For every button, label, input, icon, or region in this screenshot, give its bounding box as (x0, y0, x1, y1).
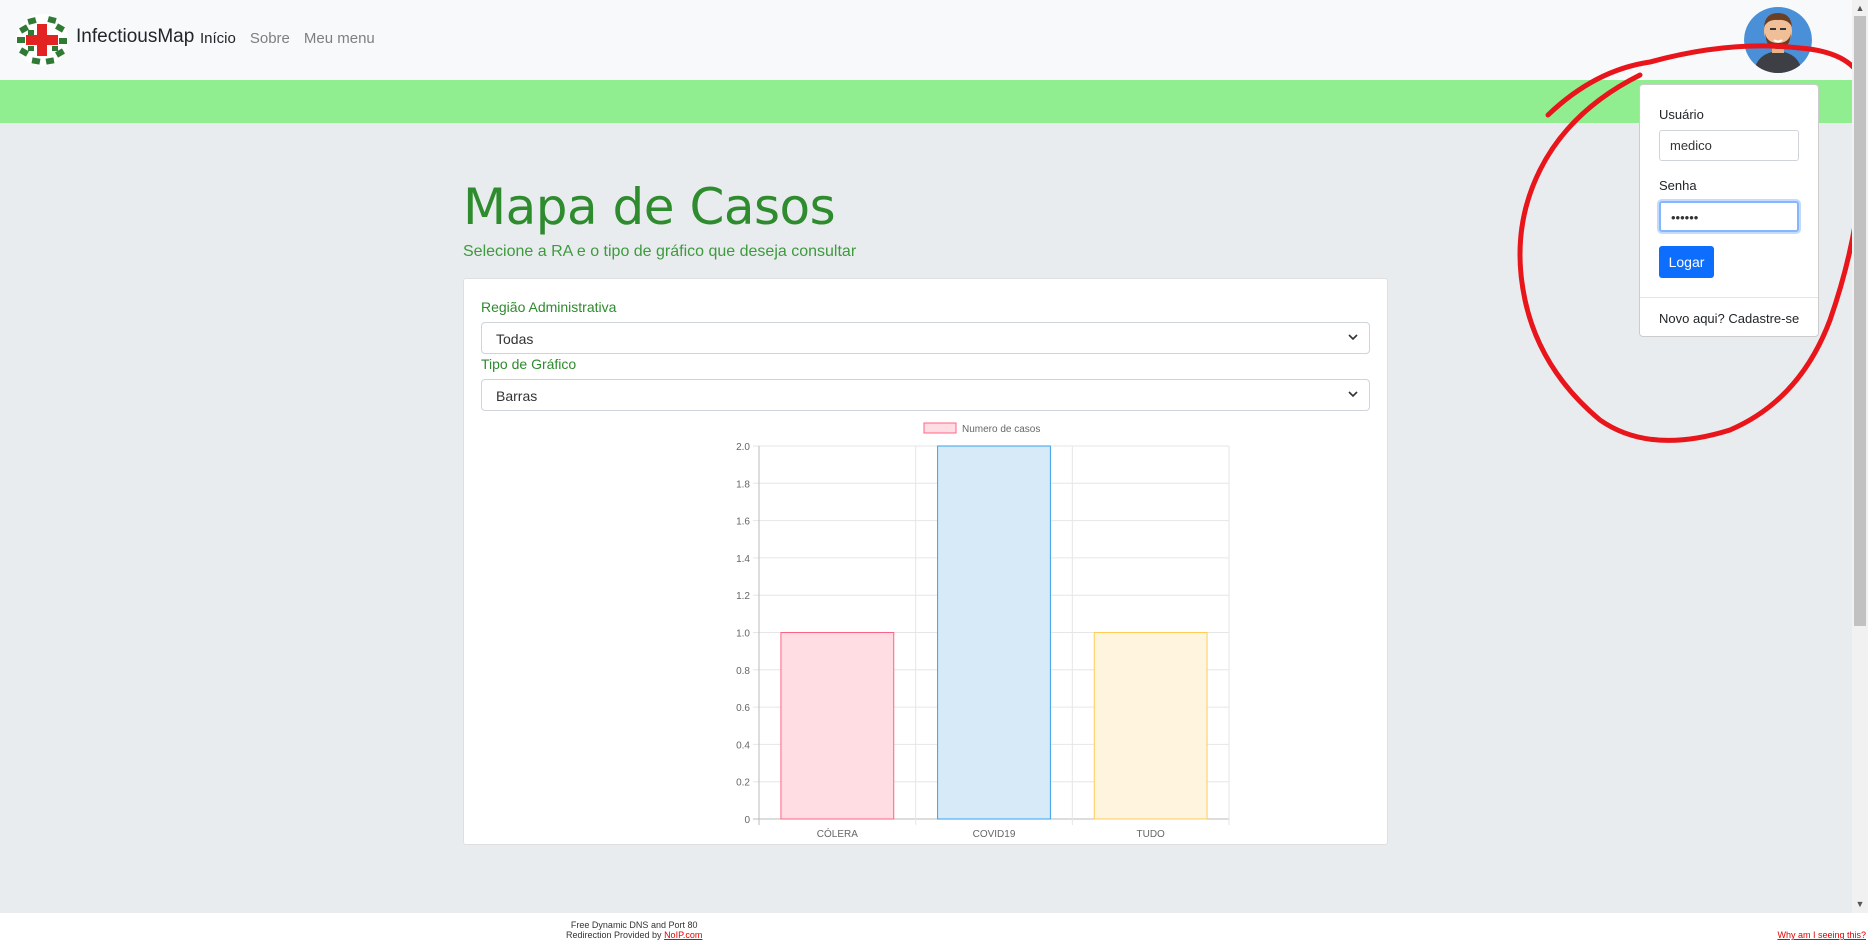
footer-text: Free Dynamic DNS and Port 80 Redirection… (566, 920, 702, 940)
page-subtitle: Selecione a RA e o tipo de gráfico que d… (463, 243, 857, 260)
green-banner (0, 80, 1852, 123)
noip-link[interactable]: NoIP.com (664, 930, 702, 940)
y-tick-label: 0.2 (736, 778, 750, 789)
y-tick-label: 1.2 (736, 591, 750, 602)
bar (780, 632, 895, 820)
x-tick-label: TUDO (1136, 829, 1165, 839)
page-title: Mapa de Casos (463, 178, 836, 236)
chevron-down-icon (1348, 391, 1358, 398)
footer-line-2: Redirection Provided by NoIP.com (566, 930, 702, 940)
login-dropdown: Usuário medico Senha •••••• Logar Novo a… (1639, 84, 1819, 337)
why-seeing-link[interactable]: Why am I seeing this? (1777, 930, 1866, 940)
brand[interactable]: InfectiousMap (14, 12, 194, 68)
username-input[interactable]: medico (1659, 130, 1799, 161)
y-tick-label: 1.0 (736, 629, 750, 640)
avatar-image (1744, 7, 1812, 73)
chart-card: Região Administrativa Todas Tipo de Gráf… (463, 278, 1388, 845)
signup-link[interactable]: Novo aqui? Cadastre-se (1659, 311, 1799, 326)
footer-line-1: Free Dynamic DNS and Port 80 (570, 920, 698, 930)
legend-label: Numero de casos (962, 424, 1040, 435)
footer: Free Dynamic DNS and Port 80 Redirection… (0, 913, 1868, 942)
y-tick-label: 1.8 (736, 479, 750, 490)
divider (1640, 297, 1818, 298)
chart-type-select[interactable]: Barras (481, 379, 1370, 411)
brand-name: InfectiousMap (76, 26, 195, 47)
username-label: Usuário (1659, 107, 1704, 122)
nav-links: Início Sobre Meu menu (200, 30, 375, 47)
y-tick-label: 0 (744, 815, 750, 826)
password-input[interactable]: •••••• (1659, 201, 1799, 232)
nav-link-meu-menu[interactable]: Meu menu (304, 30, 375, 47)
footer-line-2-prefix: Redirection Provided by (566, 930, 665, 940)
chart-type-label: Tipo de Gráfico (481, 356, 577, 372)
y-tick-label: 2.0 (736, 442, 750, 453)
scroll-thumb[interactable] (1854, 16, 1866, 626)
login-button[interactable]: Logar (1659, 246, 1714, 278)
chevron-down-icon (1348, 334, 1358, 341)
region-select[interactable]: Todas (481, 322, 1370, 354)
y-tick-label: 0.4 (736, 740, 750, 751)
y-tick-label: 1.6 (736, 517, 750, 528)
bar (937, 445, 1051, 820)
x-tick-label: COVID19 (973, 829, 1016, 839)
navbar: InfectiousMap Início Sobre Meu menu (0, 0, 1852, 80)
scroll-down-icon[interactable]: ▼ (1855, 899, 1865, 909)
y-tick-label: 1.4 (736, 554, 750, 565)
y-tick-label: 0.6 (736, 703, 750, 714)
region-label: Região Administrativa (481, 299, 617, 315)
nav-link-sobre[interactable]: Sobre (250, 30, 290, 47)
scroll-up-icon[interactable]: ▲ (1855, 3, 1865, 13)
scrollbar[interactable]: ▲ ▼ (1852, 0, 1868, 913)
logo-icon (16, 14, 68, 66)
password-label: Senha (1659, 178, 1697, 193)
nav-link-inicio[interactable]: Início (200, 30, 236, 47)
legend-swatch (923, 422, 957, 434)
chart-type-select-value: Barras (496, 388, 538, 404)
bar-chart: 2.0 1.8 1.6 1.4 1.2 1.0 0.8 0.6 0.4 0.2 0 CÓLERA COV… (736, 422, 1230, 839)
y-tick-label: 0.8 (736, 666, 750, 677)
x-tick-label: CÓLERA (817, 827, 858, 839)
bar (1093, 632, 1208, 820)
region-select-value: Todas (496, 331, 534, 347)
avatar[interactable] (1744, 7, 1812, 73)
